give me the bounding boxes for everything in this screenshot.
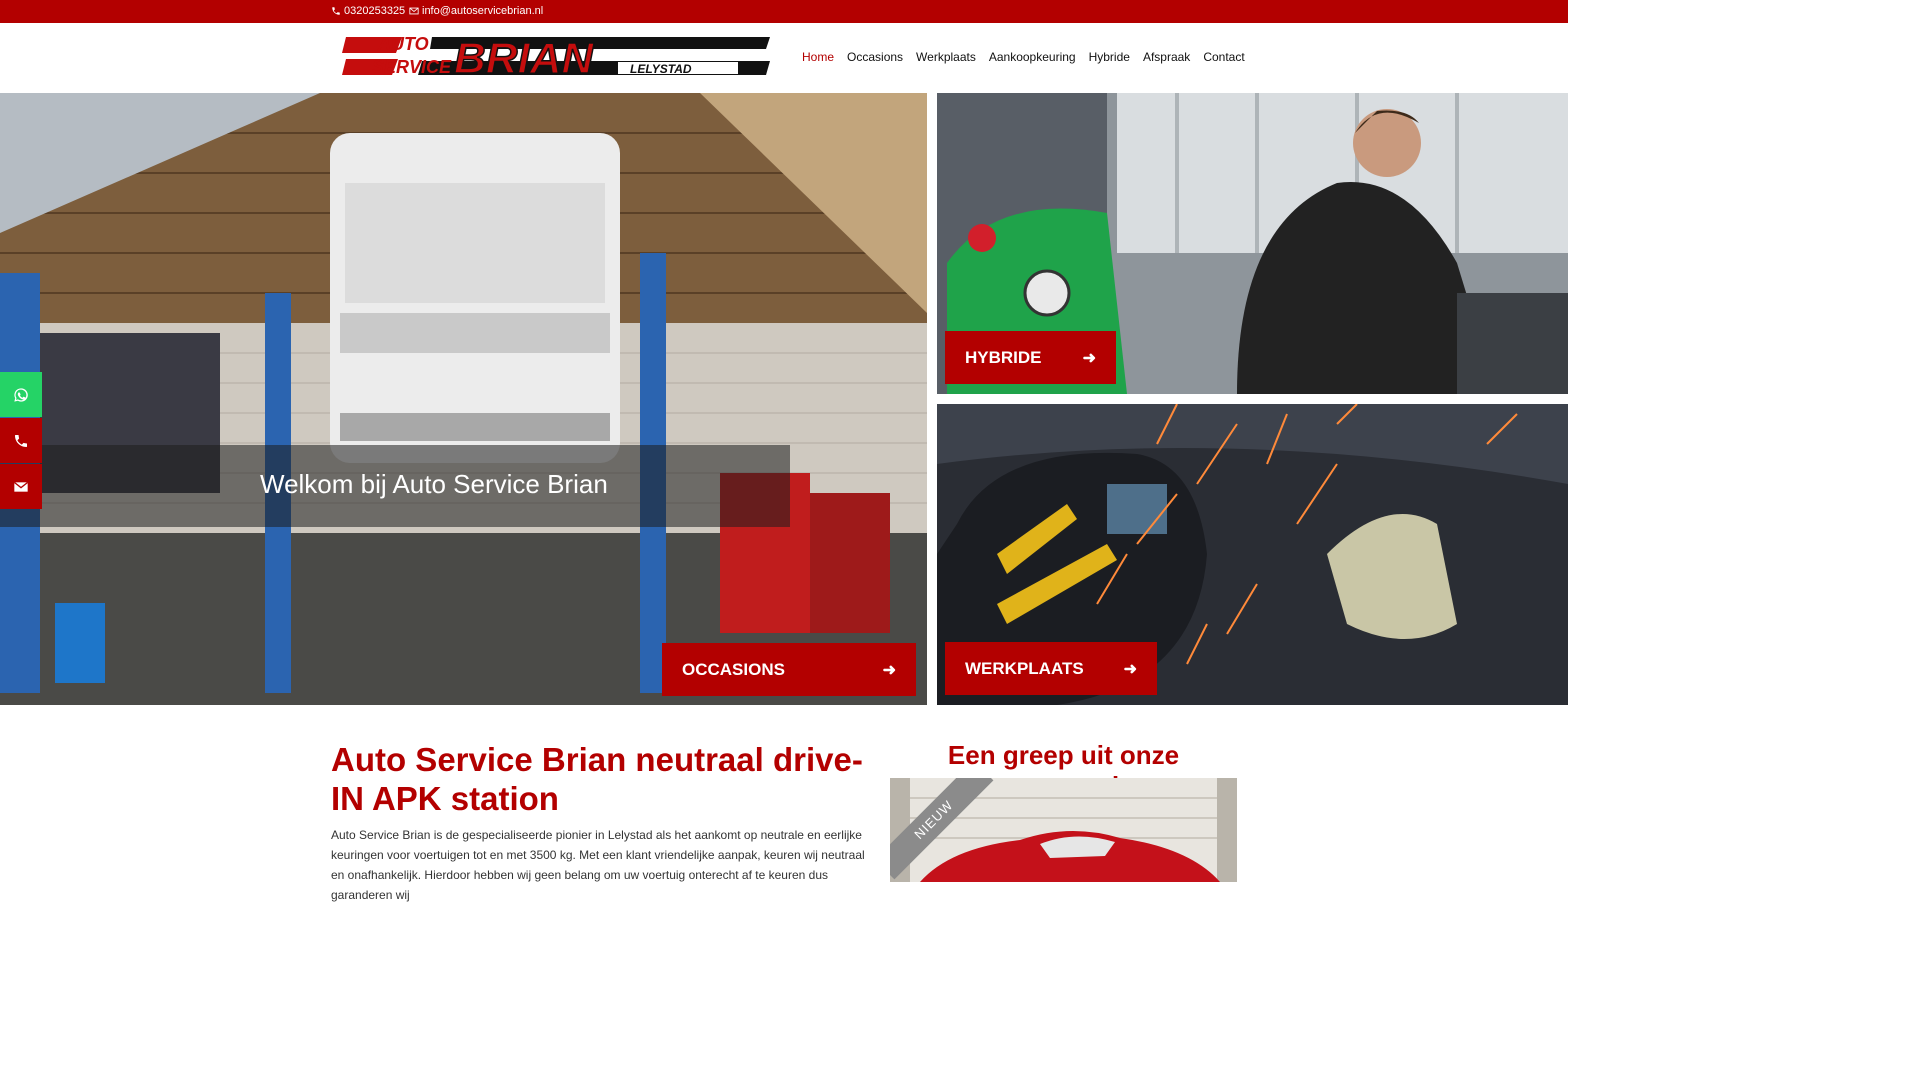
- topbar-phone-text: 0320253325: [344, 5, 406, 17]
- logo-city-text: LELYSTAD: [630, 62, 692, 76]
- logo-auto-text: AUTO: [377, 34, 429, 54]
- phone-icon: [332, 7, 340, 15]
- hybride-button-label: HYBRIDE: [965, 347, 1042, 367]
- topbar-email-text: info@autoservicebrian.nl: [422, 5, 544, 17]
- hero-werkplaats-tile: WERKPLAATS ➜: [937, 404, 1568, 705]
- hybride-button[interactable]: HYBRIDE ➜: [945, 331, 1116, 384]
- arrow-right-icon: ➜: [1082, 349, 1096, 367]
- logo-brian-text: BRIAN: [454, 34, 595, 77]
- hero-hybride-tile: HYBRIDE ➜: [937, 93, 1568, 394]
- envelope-icon: [13, 481, 29, 492]
- envelope-icon: [409, 7, 419, 15]
- email-button[interactable]: [0, 464, 42, 509]
- occasions-button-label: OCCASIONS: [682, 659, 785, 679]
- werkplaats-button-label: WERKPLAATS: [965, 658, 1084, 678]
- page-title: Auto Service Brian neutraal drive-IN APK…: [331, 741, 863, 817]
- nav-occasions[interactable]: Occasions: [847, 50, 903, 64]
- nav-afspraak[interactable]: Afspraak: [1143, 50, 1190, 64]
- welcome-banner: Welkom bij Auto Service Brian: [0, 445, 790, 527]
- whatsapp-button[interactable]: [0, 372, 42, 417]
- top-bar: 0320253325 info@autoservicebrian.nl: [0, 0, 1568, 23]
- welcome-heading: Welkom bij Auto Service Brian: [260, 469, 608, 499]
- arrow-right-icon: ➜: [882, 661, 896, 679]
- logo-service-text: SERVICE: [372, 57, 452, 77]
- nav-home[interactable]: Home: [802, 50, 834, 64]
- phone-icon: [15, 434, 27, 447]
- site-header: AUTO SERVICE BRIAN LELYSTAD Home Occasio…: [0, 23, 1568, 93]
- whatsapp-icon: [14, 387, 28, 402]
- stock-car-card[interactable]: NIEUW: [890, 778, 1237, 882]
- garage-image: [0, 93, 927, 705]
- nav-aankoopkeuring[interactable]: Aankoopkeuring: [989, 50, 1076, 64]
- occasions-button[interactable]: OCCASIONS ➜: [662, 643, 916, 696]
- arrow-right-icon: ➜: [1123, 660, 1137, 678]
- topbar-phone-link[interactable]: 0320253325: [331, 5, 405, 17]
- nav-werkplaats[interactable]: Werkplaats: [916, 50, 976, 64]
- topbar-email-link[interactable]: info@autoservicebrian.nl: [409, 5, 543, 17]
- intro-paragraph: Auto Service Brian is de gespecialiseerd…: [331, 828, 865, 902]
- site-logo[interactable]: AUTO SERVICE BRIAN LELYSTAD: [342, 33, 770, 77]
- phone-button[interactable]: [0, 418, 42, 463]
- main-nav: Home Occasions Werkplaats Aankoopkeuring…: [802, 50, 1245, 64]
- nav-hybride[interactable]: Hybride: [1089, 50, 1130, 64]
- nav-contact[interactable]: Contact: [1203, 50, 1244, 64]
- hero-garage-tile: Welkom bij Auto Service Brian OCCASIONS …: [0, 93, 927, 705]
- werkplaats-button[interactable]: WERKPLAATS ➜: [945, 642, 1157, 695]
